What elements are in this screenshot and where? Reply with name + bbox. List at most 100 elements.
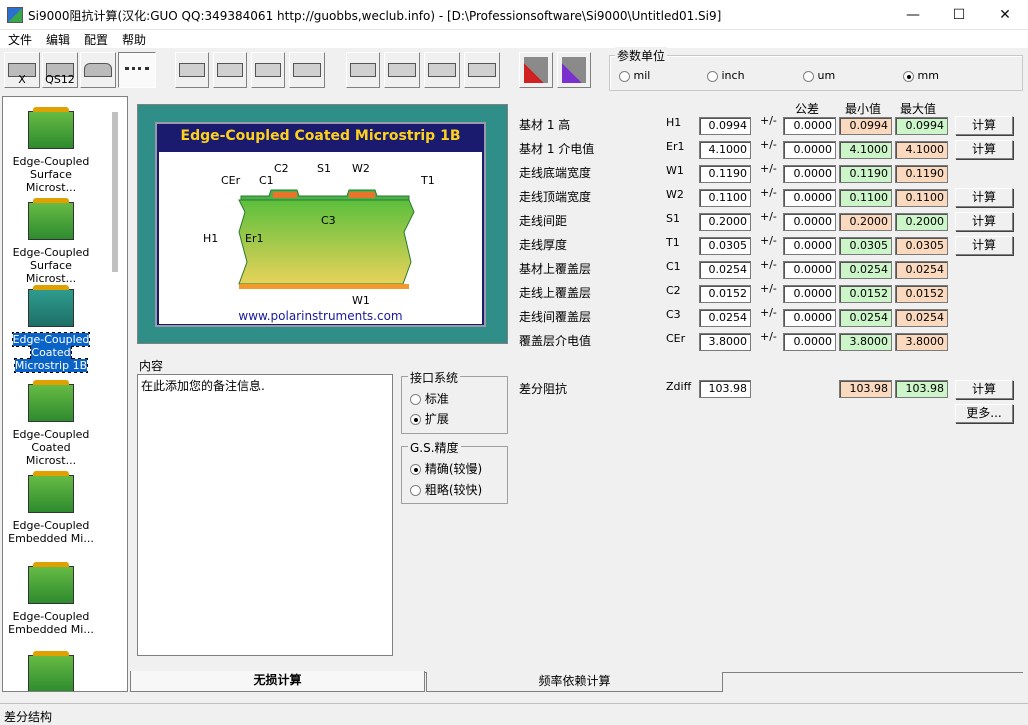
- structure-item-3[interactable]: Edge-Coupled Coated Microstrip 1B: [7, 285, 95, 373]
- toolbar-structure-button-5[interactable]: [175, 52, 209, 88]
- toolbar-structure-button-10[interactable]: [384, 52, 420, 88]
- toolbar-structure-button-9[interactable]: [346, 52, 380, 88]
- structure-item-1[interactable]: Edge-Coupled Surface Microst...: [7, 107, 95, 194]
- param-tolerance-field[interactable]: 0.0000: [783, 261, 836, 279]
- structure-item-label: Edge-Coupled Embedded Mi...: [8, 610, 94, 636]
- units-inch-radio[interactable]: [707, 70, 718, 82]
- structure-thumbnail-icon: [28, 285, 74, 327]
- param-tolerance-field[interactable]: 0.0000: [783, 309, 836, 327]
- menu-file[interactable]: 文件: [8, 31, 32, 48]
- param-calc-button[interactable]: 计算: [955, 140, 1013, 159]
- units-um-option[interactable]: um: [803, 69, 835, 82]
- param-value-field[interactable]: 0.0254: [699, 261, 751, 279]
- close-button[interactable]: ✕: [982, 0, 1028, 30]
- toolbar-structure-button-6[interactable]: [213, 52, 247, 88]
- minimize-button[interactable]: —: [890, 0, 936, 30]
- param-calc-button[interactable]: 计算: [955, 212, 1013, 231]
- two-traces-icon: [125, 67, 149, 73]
- units-mm-radio[interactable]: [903, 70, 914, 82]
- toolbar-structure-button-3[interactable]: [80, 52, 116, 88]
- interface-extended-label: 扩展: [424, 412, 449, 426]
- toolbar-structure-button-1[interactable]: X: [4, 52, 40, 88]
- gs-accurate-option[interactable]: 精确(较慢): [410, 460, 482, 477]
- units-um-radio[interactable]: [803, 70, 814, 82]
- param-value-field[interactable]: 0.0305: [699, 237, 751, 255]
- label-h1: H1: [203, 232, 219, 245]
- param-max-field: 0.1100: [895, 189, 948, 207]
- param-min-field: 0.0305: [839, 237, 892, 255]
- zdiff-calc-button[interactable]: 计算: [955, 380, 1013, 399]
- param-symbol: W2: [666, 188, 684, 201]
- param-value-field[interactable]: 4.1000: [699, 141, 751, 159]
- units-mm-option[interactable]: mm: [903, 69, 939, 82]
- diagram-title: Edge-Coupled Coated Microstrip 1B: [180, 128, 461, 144]
- tab-frequency-dependent[interactable]: 频率依赖计算: [426, 672, 723, 692]
- gs-fast-radio[interactable]: [410, 485, 421, 496]
- param-tolerance-field[interactable]: 0.0000: [783, 165, 836, 183]
- maximize-button[interactable]: ☐: [936, 0, 982, 30]
- structure-list[interactable]: Edge-Coupled Surface Microst... Edge-Cou…: [2, 96, 128, 692]
- menu-help[interactable]: 帮助: [122, 31, 146, 48]
- param-tolerance-field[interactable]: 0.0000: [783, 285, 836, 303]
- param-plusminus: +/-: [760, 234, 777, 247]
- toolbar-structure-button-8[interactable]: [289, 52, 325, 88]
- interface-standard-option[interactable]: 标准: [410, 390, 449, 407]
- structure-item-2[interactable]: Edge-Coupled Surface Microst...: [7, 198, 95, 285]
- param-max-field: 0.0152: [895, 285, 948, 303]
- param-tolerance-field[interactable]: 0.0000: [783, 141, 836, 159]
- toolbar-structure-button-11[interactable]: [424, 52, 460, 88]
- export-red-button[interactable]: [519, 52, 553, 88]
- units-um-label: um: [817, 69, 836, 82]
- more-button[interactable]: 更多...: [955, 404, 1013, 423]
- param-value-field[interactable]: 0.1100: [699, 189, 751, 207]
- interface-standard-radio[interactable]: [410, 394, 421, 405]
- notes-textarea[interactable]: 在此添加您的备注信息.: [137, 374, 393, 656]
- units-mil-radio[interactable]: [619, 70, 630, 82]
- structure-item-7[interactable]: [7, 651, 95, 691]
- toolbar-structure-button-2[interactable]: QS12: [42, 52, 78, 88]
- param-calc-button[interactable]: 计算: [955, 188, 1013, 207]
- toolbar-structure-button-4[interactable]: [118, 52, 156, 88]
- param-value-field[interactable]: 0.0994: [699, 117, 751, 135]
- param-value-field[interactable]: 0.0152: [699, 285, 751, 303]
- max-header: 最大值: [900, 102, 937, 116]
- param-value-field[interactable]: 0.0254: [699, 309, 751, 327]
- toolbar-btn2-label: QS12: [45, 73, 75, 86]
- structure-item-6[interactable]: Edge-Coupled Embedded Mi...: [7, 562, 95, 636]
- interface-extended-radio[interactable]: [410, 414, 421, 425]
- param-tolerance-field[interactable]: 0.0000: [783, 213, 836, 231]
- param-plusminus: +/-: [760, 210, 777, 223]
- toolbar-structure-button-12[interactable]: [464, 52, 500, 88]
- menu-config[interactable]: 配置: [84, 31, 108, 48]
- structure-thumbnail-icon: [28, 471, 74, 513]
- toolbar-structure-button-7[interactable]: [251, 52, 285, 88]
- param-calc-button[interactable]: 计算: [955, 116, 1013, 135]
- param-tolerance-field[interactable]: 0.0000: [783, 189, 836, 207]
- param-calc-button[interactable]: 计算: [955, 236, 1013, 255]
- param-tolerance-field[interactable]: 0.0000: [783, 117, 836, 135]
- param-tolerance-field[interactable]: 0.0000: [783, 333, 836, 351]
- units-mil-option[interactable]: mil: [619, 69, 650, 82]
- param-plusminus: +/-: [760, 258, 777, 271]
- param-min-field: 0.0254: [839, 261, 892, 279]
- interface-extended-option[interactable]: 扩展: [410, 410, 449, 427]
- structure-item-5[interactable]: Edge-Coupled Embedded Mi...: [7, 471, 95, 545]
- param-max-field: 3.8000: [895, 333, 948, 351]
- gs-precision-title: G.S.精度: [408, 439, 461, 456]
- structure-thumbnail-icon: [28, 107, 74, 149]
- label-c1: C1: [259, 174, 274, 187]
- param-value-field[interactable]: 0.2000: [699, 213, 751, 231]
- sidebar-scrollbar[interactable]: [112, 112, 118, 272]
- structure-item-4[interactable]: Edge-Coupled Coated Microst...: [7, 380, 95, 467]
- param-symbol: S1: [666, 212, 680, 225]
- gs-accurate-radio[interactable]: [410, 464, 421, 475]
- gs-fast-option[interactable]: 粗略(较快): [410, 481, 482, 498]
- param-value-field[interactable]: 0.1190: [699, 165, 751, 183]
- export-purple-button[interactable]: [557, 52, 591, 88]
- param-tolerance-field[interactable]: 0.0000: [783, 237, 836, 255]
- units-inch-option[interactable]: inch: [707, 69, 745, 82]
- zdiff-value-field[interactable]: 103.98: [699, 380, 751, 398]
- menu-edit[interactable]: 编辑: [46, 31, 70, 48]
- param-value-field[interactable]: 3.8000: [699, 333, 751, 351]
- tab-lossless[interactable]: 无损计算: [130, 671, 425, 692]
